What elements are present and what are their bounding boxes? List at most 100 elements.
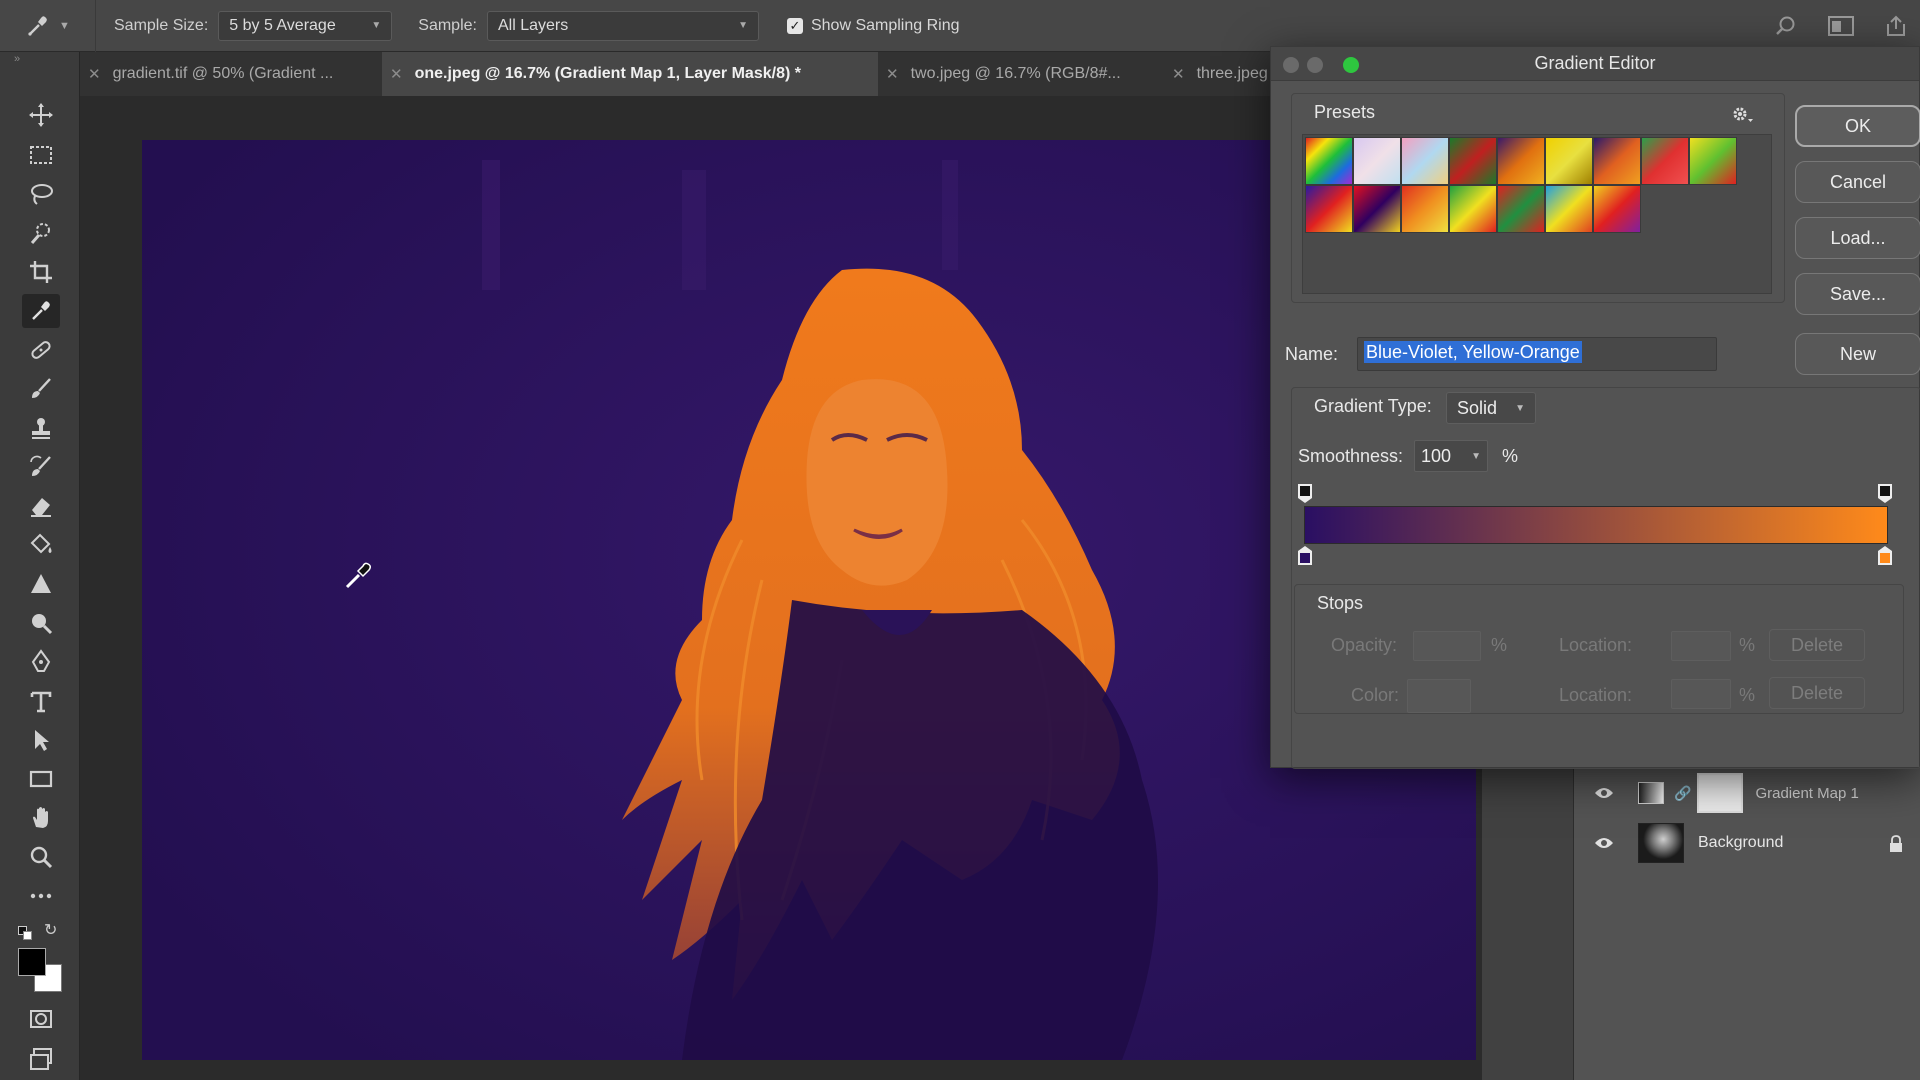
ok-button[interactable]: OK: [1795, 105, 1920, 147]
panel-grip-icon[interactable]: »: [0, 52, 79, 68]
presets-group: Presets: [1291, 93, 1785, 303]
chevron-down-icon: ▼: [1471, 450, 1481, 462]
sample-select[interactable]: All Layers ▼: [486, 10, 759, 41]
preset-swatch[interactable]: [1401, 185, 1449, 233]
color-stop-left[interactable]: [1298, 546, 1312, 566]
type-icon: [30, 691, 52, 713]
smoothness-field[interactable]: 100 ▼: [1414, 440, 1488, 472]
default-colors-icon[interactable]: [18, 926, 32, 940]
preset-swatch[interactable]: [1545, 185, 1593, 233]
opacity-stop-left[interactable]: [1298, 484, 1312, 503]
brush-tool[interactable]: [22, 372, 60, 406]
chevron-down-icon: ▼: [738, 20, 748, 31]
close-icon[interactable]: ✕: [88, 65, 101, 83]
sample-size-select[interactable]: 5 by 5 Average ▼: [218, 10, 393, 41]
gear-icon[interactable]: [1732, 106, 1754, 124]
quick-mask-button[interactable]: [22, 1002, 60, 1036]
close-icon[interactable]: ✕: [886, 65, 899, 83]
tab-gradient-tif[interactable]: ✕ gradient.tif @ 50% (Gradient ...: [80, 52, 382, 96]
eye-icon[interactable]: [1594, 836, 1614, 850]
preset-swatch[interactable]: [1641, 137, 1689, 185]
preset-swatch[interactable]: [1305, 137, 1353, 185]
save-button[interactable]: Save...: [1795, 273, 1920, 315]
move-tool[interactable]: [22, 98, 60, 132]
zoom-tool[interactable]: [22, 840, 60, 874]
clone-stamp-tool[interactable]: [22, 411, 60, 445]
name-field[interactable]: Blue-Violet, Yellow-Orange: [1357, 337, 1717, 371]
gradient-type-select[interactable]: Solid ▼: [1446, 392, 1536, 424]
color-stop-right[interactable]: [1878, 546, 1892, 566]
opacity-stop-right[interactable]: [1878, 484, 1892, 503]
preset-swatch[interactable]: [1593, 185, 1641, 233]
lock-icon: [1890, 835, 1902, 852]
gradient-settings-group: Gradient Type: Solid ▼ Smoothness: 100 ▼…: [1291, 387, 1920, 769]
preset-swatch[interactable]: [1353, 185, 1401, 233]
chain-link-icon[interactable]: 🔗: [1674, 785, 1691, 802]
load-button[interactable]: Load...: [1795, 217, 1920, 259]
color-location-percent: %: [1739, 685, 1756, 705]
swap-colors-icon[interactable]: ↻: [44, 920, 57, 940]
share-icon[interactable]: [1884, 14, 1908, 38]
screen-mode-button[interactable]: [22, 1042, 60, 1076]
lasso-tool[interactable]: [22, 177, 60, 211]
quick-selection-tool[interactable]: [22, 216, 60, 250]
close-icon[interactable]: ✕: [1172, 65, 1185, 83]
foreground-color-swatch[interactable]: [18, 948, 46, 976]
layer-mask-thumbnail[interactable]: [1697, 773, 1744, 813]
presets-well: [1302, 134, 1772, 294]
zoom-window-button[interactable]: [1343, 57, 1359, 73]
crop-tool[interactable]: [22, 255, 60, 289]
eraser-tool[interactable]: [22, 489, 60, 523]
marquee-tool[interactable]: [22, 138, 60, 172]
preset-swatch[interactable]: [1305, 185, 1353, 233]
path-selection-tool[interactable]: [22, 723, 60, 757]
workspace-icon[interactable]: [1828, 15, 1854, 37]
gradient-type-value: Solid: [1457, 397, 1498, 418]
opacity-location-label: Location:: [1559, 635, 1633, 655]
gradient-editor-dialog: Gradient Editor Presets OK Cancel Load..…: [1270, 46, 1920, 769]
preset-swatch[interactable]: [1497, 137, 1545, 185]
name-label: Name:: [1285, 344, 1339, 364]
layer-thumbnail[interactable]: [1638, 823, 1684, 863]
more-icon: [30, 893, 52, 899]
cancel-button[interactable]: Cancel: [1795, 161, 1920, 203]
tab-one-jpeg[interactable]: ✕ one.jpeg @ 16.7% (Gradient Map 1, Laye…: [382, 52, 878, 96]
type-tool[interactable]: [22, 684, 60, 718]
healing-brush-tool[interactable]: [22, 333, 60, 367]
hand-tool[interactable]: [22, 801, 60, 835]
search-icon[interactable]: [1774, 14, 1798, 38]
screen-mode-icon: [30, 1048, 52, 1070]
layer-gradient-map[interactable]: 🔗 Gradient Map 1: [1582, 768, 1912, 818]
sharpen-tool[interactable]: [22, 567, 60, 601]
layer-background[interactable]: Background: [1582, 818, 1912, 868]
pen-tool[interactable]: [22, 645, 60, 679]
close-icon[interactable]: ✕: [390, 65, 403, 83]
gradient-preview-bar[interactable]: [1304, 506, 1888, 544]
more-tools-button[interactable]: [22, 879, 60, 913]
crop-icon: [30, 261, 52, 283]
tab-two-jpeg[interactable]: ✕ two.jpeg @ 16.7% (RGB/8#...: [878, 52, 1164, 96]
preset-swatch[interactable]: [1593, 137, 1641, 185]
adjustment-layer-icon: [1638, 782, 1664, 804]
preset-swatch[interactable]: [1401, 137, 1449, 185]
history-brush-tool[interactable]: [22, 450, 60, 484]
close-window-button[interactable]: [1283, 57, 1299, 73]
new-button[interactable]: New: [1795, 333, 1920, 375]
preset-swatch[interactable]: [1545, 137, 1593, 185]
minimize-window-button[interactable]: [1307, 57, 1323, 73]
rectangle-tool[interactable]: [22, 762, 60, 796]
show-sampling-ring-checkbox[interactable]: ✓: [786, 17, 803, 34]
chevron-down-icon: ▼: [1515, 402, 1525, 414]
dodge-tool[interactable]: [22, 606, 60, 640]
name-value: Blue-Violet, Yellow-Orange: [1364, 341, 1582, 363]
eye-icon[interactable]: [1594, 786, 1614, 800]
preset-swatch[interactable]: [1449, 137, 1497, 185]
eyedropper-tool[interactable]: [22, 294, 60, 328]
paint-bucket-tool[interactable]: [22, 528, 60, 562]
preset-swatch[interactable]: [1353, 137, 1401, 185]
preset-swatch[interactable]: [1449, 185, 1497, 233]
preset-swatch[interactable]: [1497, 185, 1545, 233]
tool-preset-picker[interactable]: ▼: [0, 0, 96, 52]
dialog-titlebar[interactable]: Gradient Editor: [1271, 47, 1919, 81]
preset-swatch[interactable]: [1689, 137, 1737, 185]
